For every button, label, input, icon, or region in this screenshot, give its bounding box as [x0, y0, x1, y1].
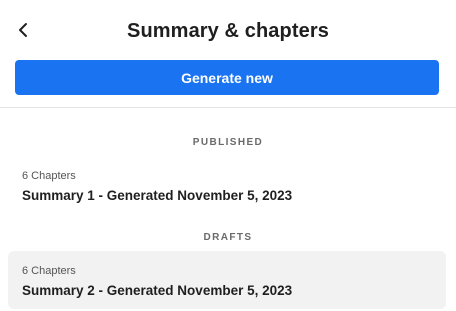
summary-title: Summary 1 - Generated November 5, 2023: [22, 188, 293, 203]
generate-new-button[interactable]: Generate new: [15, 60, 439, 95]
chapter-count: 6 Chapters: [22, 265, 76, 277]
divider: [0, 107, 456, 108]
chapter-count: 6 Chapters: [22, 170, 76, 182]
summary-chapters-screen: Summary & chapters Generate new PUBLISHE…: [0, 0, 456, 311]
header: Summary & chapters: [0, 0, 456, 58]
draft-summary-item[interactable]: 6 Chapters Summary 2 - Generated Novembe…: [8, 251, 446, 309]
published-section-heading: PUBLISHED: [192, 137, 264, 148]
published-summary-item[interactable]: 6 Chapters Summary 1 - Generated Novembe…: [8, 160, 446, 218]
summary-title: Summary 2 - Generated November 5, 2023: [22, 283, 293, 298]
page-title: Summary & chapters: [127, 20, 329, 42]
drafts-section-heading: DRAFTS: [203, 232, 253, 243]
